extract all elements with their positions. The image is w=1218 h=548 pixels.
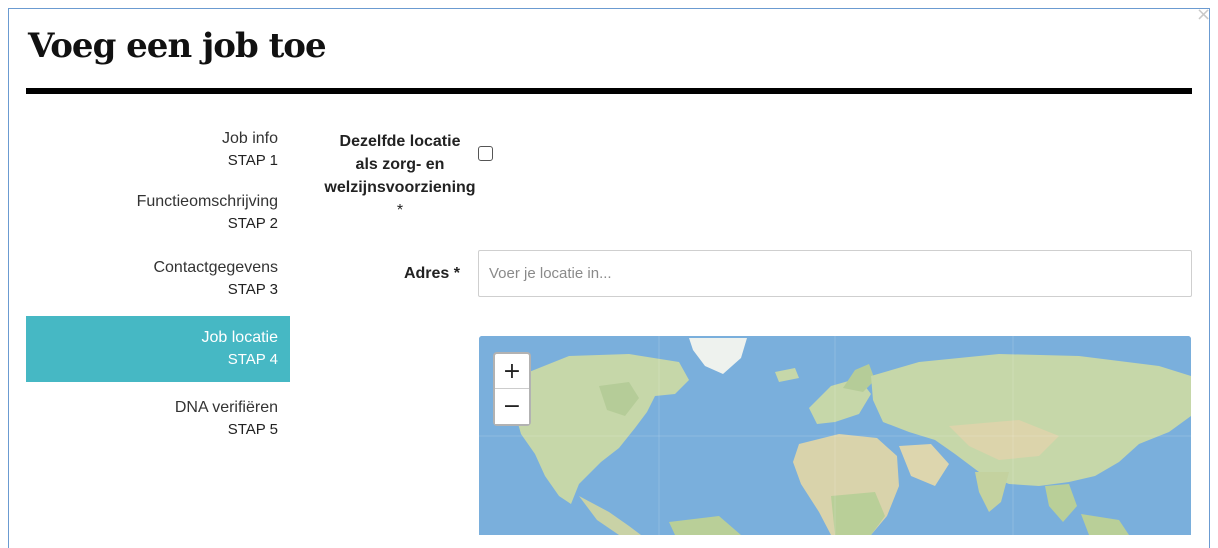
- close-icon[interactable]: ×: [1196, 6, 1211, 24]
- step-label: DNA verifiëren: [174, 399, 278, 416]
- step-number: STAP 1: [227, 152, 278, 169]
- same-location-label: Dezelfde locatie als zorg- en welzijnsvo…: [314, 130, 486, 222]
- zoom-in-button[interactable]: +: [495, 354, 529, 389]
- step-contactgegevens[interactable]: Contactgegevens STAP 3: [26, 250, 290, 308]
- wizard-steps: Job info STAP 1 Functieomschrijving STAP…: [26, 120, 290, 456]
- step-label: Contactgegevens: [153, 259, 278, 276]
- same-location-label-line2: als zorg- en: [355, 156, 445, 173]
- address-label: Adres *: [403, 265, 460, 282]
- same-location-label-line1: Dezelfde locatie: [339, 133, 461, 150]
- step-job-locatie[interactable]: Job locatie STAP 4: [26, 316, 290, 382]
- same-location-label-line3: welzijnsvoorziening: [324, 179, 476, 196]
- page-title: Voeg een job toe: [28, 26, 327, 66]
- zoom-out-button[interactable]: −: [495, 389, 529, 424]
- step-number: STAP 3: [227, 281, 278, 298]
- required-marker: *: [396, 202, 404, 219]
- world-map-tiles: [479, 336, 1191, 535]
- step-number: STAP 4: [227, 351, 278, 368]
- address-input[interactable]: [478, 250, 1192, 297]
- step-number: STAP 5: [227, 421, 278, 438]
- step-label: Job locatie: [201, 329, 279, 346]
- step-number: STAP 2: [227, 215, 278, 232]
- step-label: Functieomschrijving: [136, 193, 278, 210]
- title-divider: [26, 88, 1192, 94]
- step-job-info[interactable]: Job info STAP 1: [26, 120, 290, 180]
- step-label: Job info: [221, 130, 278, 147]
- step-dna-verifieren[interactable]: DNA verifiëren STAP 5: [26, 390, 290, 448]
- map-zoom-control: + −: [493, 352, 531, 426]
- same-location-checkbox[interactable]: [478, 146, 493, 161]
- location-map[interactable]: [479, 336, 1191, 535]
- step-functieomschrijving[interactable]: Functieomschrijving STAP 2: [26, 184, 290, 242]
